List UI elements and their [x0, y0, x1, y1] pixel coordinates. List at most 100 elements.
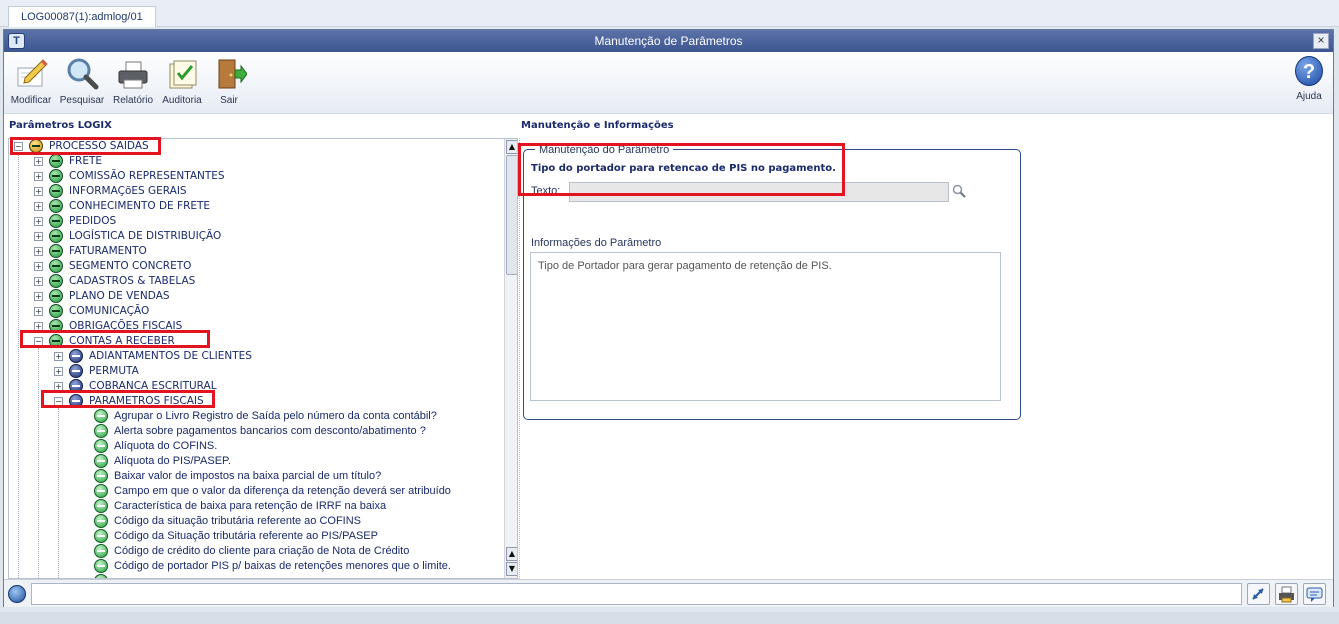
exit-door-icon	[211, 56, 248, 92]
leaf-node-icon	[94, 484, 108, 499]
tree-node[interactable]: + SEGMENTO CONCRETO	[34, 259, 191, 274]
node-icon	[49, 169, 63, 183]
expand-icon[interactable]: +	[34, 156, 43, 166]
tree-leaf[interactable]: Código da Situação tributária referente …	[94, 529, 378, 544]
scroll-up-icon[interactable]: ▲	[506, 140, 517, 154]
tree-node[interactable]: + ADIANTAMENTOS DE CLIENTES	[54, 349, 252, 364]
tree-node[interactable]: + PLANO DE VENDAS	[34, 289, 170, 304]
node-icon	[49, 274, 63, 288]
modificar-label: Modificar	[10, 95, 52, 106]
expand-icon[interactable]: +	[54, 366, 63, 376]
scroll-up-icon[interactable]: ▲	[506, 547, 517, 561]
tree-leaf[interactable]: Campo em que o valor da diferença da ret…	[94, 484, 451, 499]
app-logo-icon: T	[8, 33, 25, 49]
status-globe-icon	[8, 585, 26, 603]
print-status-icon[interactable]	[1275, 583, 1298, 605]
leaf-node-icon	[94, 439, 108, 454]
ajuda-label: Ajuda	[1296, 91, 1322, 102]
tree-leaf[interactable]: Alíquota do COFINS.	[94, 439, 217, 454]
tree-node[interactable]: + FATURAMENTO	[34, 244, 147, 259]
node-icon	[49, 214, 63, 228]
highlight-parametros-fiscais	[41, 390, 215, 408]
tree-scrollbar[interactable]: ▲ ▲ ▼	[504, 139, 517, 578]
right-panel-title: Manutenção e Informações	[521, 120, 674, 131]
tree-leaf[interactable]: Característica de baixa para retenção de…	[94, 499, 386, 514]
tree-leaf[interactable]: Baixar valor de impostos na baixa parcia…	[94, 469, 381, 484]
left-panel-title: Parâmetros LOGIX	[9, 120, 112, 131]
expand-icon[interactable]: +	[34, 186, 43, 196]
expand-icon[interactable]: +	[34, 171, 43, 181]
leaf-node-icon	[94, 499, 108, 514]
leaf-node-icon	[94, 559, 108, 574]
tree-leaf[interactable]: Código de crédito do cliente para criaçã…	[94, 544, 409, 559]
tree-leaf[interactable]: Código de portador PIS p/ baixas de rete…	[94, 559, 451, 574]
tree-node[interactable]: + INFORMAÇõES GERAIS	[34, 184, 187, 199]
expand-icon[interactable]: +	[34, 291, 43, 301]
tree-node[interactable]: + COMUNICAÇÃO	[34, 304, 149, 319]
relatorio-button[interactable]: Relatório	[110, 56, 156, 106]
leaf-node-icon	[94, 424, 108, 439]
tree-node[interactable]: + PEDIDOS	[34, 214, 116, 229]
tree-leaf[interactable]: Código da situação tributária referente …	[94, 514, 361, 529]
tree-leaf[interactable]: Alíquota do PIS/PASEP.	[94, 454, 231, 469]
tree-guide-line	[38, 348, 39, 578]
node-icon	[49, 304, 63, 318]
highlight-processo-saidas	[10, 137, 161, 155]
tree-node[interactable]: + LOGÍSTICA DE DISTRIBUIÇÃO	[34, 229, 221, 244]
sair-label: Sair	[220, 95, 238, 106]
expand-icon[interactable]: +	[34, 231, 43, 241]
scroll-thumb[interactable]	[506, 155, 517, 275]
leaf-node-icon	[94, 544, 108, 559]
title-bar: T Manutenção de Parâmetros ×	[4, 30, 1333, 52]
node-icon	[49, 154, 63, 168]
relatorio-label: Relatório	[112, 95, 154, 106]
node-icon	[69, 349, 83, 363]
expand-icon[interactable]: +	[34, 201, 43, 211]
parameter-info-textarea[interactable]: Tipo de Portador para gerar pagamento de…	[530, 252, 1001, 401]
bottom-strip	[0, 612, 1339, 624]
toolbar: Modificar Pesquisar Relatório Auditoria …	[4, 52, 1333, 114]
close-button[interactable]: ×	[1313, 33, 1329, 49]
zoom-search-icon[interactable]	[952, 184, 966, 198]
expand-icon[interactable]: +	[34, 216, 43, 226]
tree-node[interactable]: + COMISSÃO REPRESENTANTES	[34, 169, 225, 184]
scroll-down-icon[interactable]: ▼	[506, 562, 517, 576]
tree-node[interactable]: + CADASTROS & TABELAS	[34, 274, 195, 289]
sair-button[interactable]: Sair	[209, 56, 249, 106]
leaf-node-icon	[94, 409, 108, 424]
auditoria-label: Auditoria	[162, 95, 202, 106]
expand-icon[interactable]: +	[34, 261, 43, 271]
session-tab[interactable]: LOG00087(1):admlog/01	[8, 6, 156, 27]
pesquisar-button[interactable]: Pesquisar	[59, 56, 105, 106]
tree-guide-line	[58, 408, 59, 578]
tree-leaf[interactable]: Alerta sobre pagamentos bancarios com de…	[94, 424, 426, 439]
expand-icon[interactable]: +	[34, 246, 43, 256]
leaf-node-icon	[94, 529, 108, 544]
audit-checklist-icon	[164, 56, 200, 92]
tree-node[interactable]: + FRETE	[34, 154, 102, 169]
tree-node[interactable]: + PERMUTA	[54, 364, 139, 379]
highlight-contas-a-receber	[20, 330, 210, 348]
info-label: Informações do Parâmetro	[531, 237, 662, 249]
resize-arrow-icon[interactable]	[1247, 583, 1270, 605]
tree-guide-line	[18, 153, 19, 578]
auditoria-button[interactable]: Auditoria	[159, 56, 205, 106]
leaf-node-icon	[94, 454, 108, 469]
parameter-tree: − PROCESSO SAIDAS + FRETE + COMISSÃO REPRES…	[8, 138, 518, 579]
node-icon	[49, 259, 63, 273]
help-question-icon: ?	[1295, 56, 1323, 86]
node-icon	[49, 229, 63, 243]
tab-bar: LOG00087(1):admlog/01	[0, 0, 1339, 27]
tree-leaf[interactable]: Agrupar o Livro Registro de Saída pelo n…	[94, 409, 437, 424]
pencil-edit-icon	[13, 56, 49, 92]
modificar-button[interactable]: Modificar	[8, 56, 54, 106]
printer-icon	[115, 56, 151, 92]
panel-splitter[interactable]	[519, 138, 521, 579]
tree-node[interactable]: + CONHECIMENTO DE FRETE	[34, 199, 210, 214]
expand-icon[interactable]: +	[34, 276, 43, 286]
main-window: T Manutenção de Parâmetros × Modificar P…	[3, 29, 1334, 607]
message-balloon-icon[interactable]	[1303, 583, 1326, 605]
expand-icon[interactable]: +	[54, 351, 63, 361]
expand-icon[interactable]: +	[34, 306, 43, 316]
ajuda-button[interactable]: ? Ajuda	[1295, 56, 1323, 102]
